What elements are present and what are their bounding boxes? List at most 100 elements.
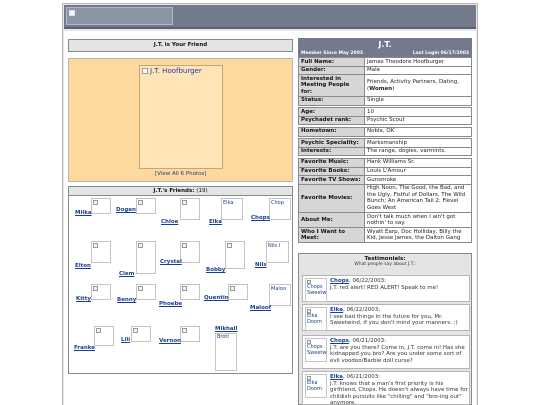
testimonial-author-photo[interactable]: Chops Sweetw bbox=[305, 338, 327, 362]
info-label: Favorite Books: bbox=[298, 166, 365, 177]
info-label: Psychadet rank: bbox=[298, 115, 365, 126]
friend-name-link[interactable]: Chloe bbox=[161, 219, 178, 225]
friend-photo[interactable] bbox=[136, 241, 156, 274]
broken-image-icon bbox=[138, 200, 143, 205]
testimonial-date: , 06/22/2003: bbox=[343, 307, 381, 313]
friend-name-link[interactable]: Lili bbox=[121, 337, 130, 343]
testimonial-author-photo[interactable]: Elka Doom bbox=[305, 374, 327, 398]
friend-photo[interactable] bbox=[180, 198, 200, 220]
testimonial-author-link[interactable]: Chops bbox=[330, 278, 349, 284]
friend-photo[interactable] bbox=[136, 198, 156, 214]
friend-photo[interactable] bbox=[228, 284, 248, 300]
friend-photo[interactable]: Brotl bbox=[215, 333, 237, 371]
testimonial-text: J.T. red alert! RED ALERT! Speak to me! bbox=[330, 284, 439, 291]
friend-status-header: J.T. is Your Friend bbox=[68, 39, 293, 52]
photo-alt: Elka Doom bbox=[307, 313, 322, 325]
testimonial-author-photo[interactable]: Elka Doom bbox=[305, 307, 327, 331]
friend-name-link[interactable]: Chops bbox=[251, 215, 270, 221]
testimonial-author-link[interactable]: Chops bbox=[330, 338, 349, 344]
testimonial-body: Elka, 06/21/2003: J.T. knows that a man's… bbox=[330, 374, 469, 405]
friend-name-link[interactable]: Clem bbox=[119, 271, 134, 277]
friend-photo[interactable] bbox=[136, 284, 156, 300]
friend-name-link[interactable]: Quentin bbox=[204, 295, 229, 301]
friend-name-link[interactable]: Phoebe bbox=[159, 301, 182, 307]
info-label: Age: bbox=[298, 107, 365, 117]
photo-alt: Chops Sweetw bbox=[307, 344, 327, 356]
friend-name-link[interactable]: Kitty bbox=[76, 296, 91, 302]
testimonial-body: Chops, 06/22/2003: J.T. red alert! RED AL… bbox=[330, 278, 469, 291]
friend-name-link[interactable]: Crystal bbox=[160, 259, 182, 265]
friend-name-link[interactable]: Milka bbox=[75, 210, 92, 216]
broken-image-icon bbox=[93, 286, 98, 291]
friend-name-link[interactable]: Maloof bbox=[250, 305, 271, 311]
friend-photo[interactable]: Nils I bbox=[266, 241, 289, 263]
friend-photo[interactable] bbox=[180, 326, 200, 342]
info-value-end: ) bbox=[392, 85, 395, 92]
info-label: Favorite Movies: bbox=[298, 183, 365, 214]
testimonial-date: , 06/21/2003: bbox=[343, 374, 381, 380]
main-profile-photo[interactable]: J.T. Hoofburger bbox=[139, 65, 223, 169]
testimonial-item: Elka Doom Elka, 06/22/2003: I see bad thi… bbox=[302, 304, 470, 331]
info-row: Favorite Movies: High Noon, The Good, the… bbox=[298, 183, 472, 214]
info-value: Friends, Activity Partners, Dating, (Wom… bbox=[364, 74, 472, 97]
friend-name-link[interactable]: Mikhail bbox=[215, 326, 237, 332]
broken-image-icon bbox=[138, 243, 143, 248]
info-label: Full Name: bbox=[298, 57, 365, 67]
friend-photo[interactable]: Chop bbox=[269, 198, 291, 220]
info-value: Psychic Scout bbox=[364, 115, 472, 126]
friend-photo[interactable] bbox=[91, 198, 111, 214]
friend-photo[interactable] bbox=[94, 326, 114, 346]
friend-name-link[interactable]: Dogen bbox=[116, 207, 136, 213]
info-row: Status: Single bbox=[298, 95, 472, 106]
broken-image-icon bbox=[96, 328, 101, 333]
view-all-photos-link[interactable]: [View All 6 Photos] bbox=[155, 171, 206, 177]
friend-name-link[interactable]: Franke bbox=[74, 345, 95, 351]
friend-status-text: J.T. is Your Friend bbox=[153, 42, 208, 48]
friend-photo[interactable] bbox=[225, 241, 245, 269]
broken-image-icon bbox=[230, 286, 235, 291]
friend-photo[interactable] bbox=[180, 284, 200, 300]
testimonial-text: J.T. are you there? Come in, J.T. come i… bbox=[330, 344, 465, 364]
broken-image-icon bbox=[182, 286, 187, 291]
friend-photo[interactable] bbox=[91, 284, 111, 300]
friend-photo[interactable] bbox=[180, 241, 200, 263]
friend-name-link[interactable]: Benny bbox=[117, 297, 136, 303]
friend-photo-alt: Nils I bbox=[268, 243, 281, 249]
testimonial-author-link[interactable]: Elka bbox=[330, 374, 343, 380]
photo-alt: Chops Sweetw bbox=[307, 284, 327, 296]
info-row: Who I Want to Meet: Wyatt Earp, Doc Holli… bbox=[298, 227, 472, 244]
profile-info-table: Full Name: James Theodore Hoofburger Gend… bbox=[298, 57, 472, 244]
site-logo[interactable] bbox=[66, 7, 173, 25]
testimonials-subtitle: What people say about J.T.: bbox=[354, 262, 416, 267]
info-value: Gunsmoke bbox=[364, 175, 472, 185]
friends-header-label: J.T.'s Friends: bbox=[153, 188, 195, 194]
friend-photo[interactable]: Elka bbox=[221, 198, 243, 220]
friend-name-link[interactable]: Vernon bbox=[159, 338, 181, 344]
testimonial-author-link[interactable]: Elka bbox=[330, 307, 343, 313]
friend-photo-alt: Chop bbox=[271, 200, 284, 206]
friend-name-link[interactable]: Bobby bbox=[206, 267, 225, 273]
friend-photo[interactable]: Maloo bbox=[269, 284, 291, 306]
info-label: Status: bbox=[298, 95, 365, 106]
info-value: Don't talk much when I ain't got nothin'… bbox=[364, 212, 472, 229]
testimonial-body: Elka, 06/22/2003: I see bad things in the… bbox=[330, 307, 469, 327]
profile-header: J.T. Member Since May 2003 Last Login 06… bbox=[298, 38, 472, 57]
friend-name-link[interactable]: Elton bbox=[75, 263, 91, 269]
friend-photo[interactable] bbox=[131, 326, 151, 342]
main-photo-caption: J.T. Hoofburger bbox=[150, 67, 202, 75]
broken-image-icon bbox=[182, 243, 187, 248]
friend-name-link[interactable]: Nils bbox=[255, 262, 267, 268]
testimonial-body: Chops, 06/21/2003: J.T. are you there? Co… bbox=[330, 338, 469, 364]
photo-alt: Elka Doom bbox=[307, 380, 322, 392]
info-row: Interests: The range, dogies, varmints. bbox=[298, 146, 472, 157]
testimonials-header: Testimonials: What people say about J.T.… bbox=[299, 254, 471, 270]
info-label: Interests: bbox=[298, 146, 365, 157]
member-since: Member Since May 2003 bbox=[301, 51, 363, 56]
info-label: Interested in Meeting People for: bbox=[298, 74, 365, 97]
friend-photo[interactable] bbox=[91, 241, 111, 263]
testimonial-author-photo[interactable]: Chops Sweetw bbox=[305, 278, 327, 302]
friend-name-link[interactable]: Elka bbox=[209, 219, 222, 225]
info-value: Single bbox=[364, 95, 472, 106]
testimonials-panel: Testimonials: What people say about J.T.… bbox=[298, 253, 472, 405]
testimonial-item: Chops Sweetw Chops, 06/22/2003: J.T. red … bbox=[302, 275, 470, 302]
